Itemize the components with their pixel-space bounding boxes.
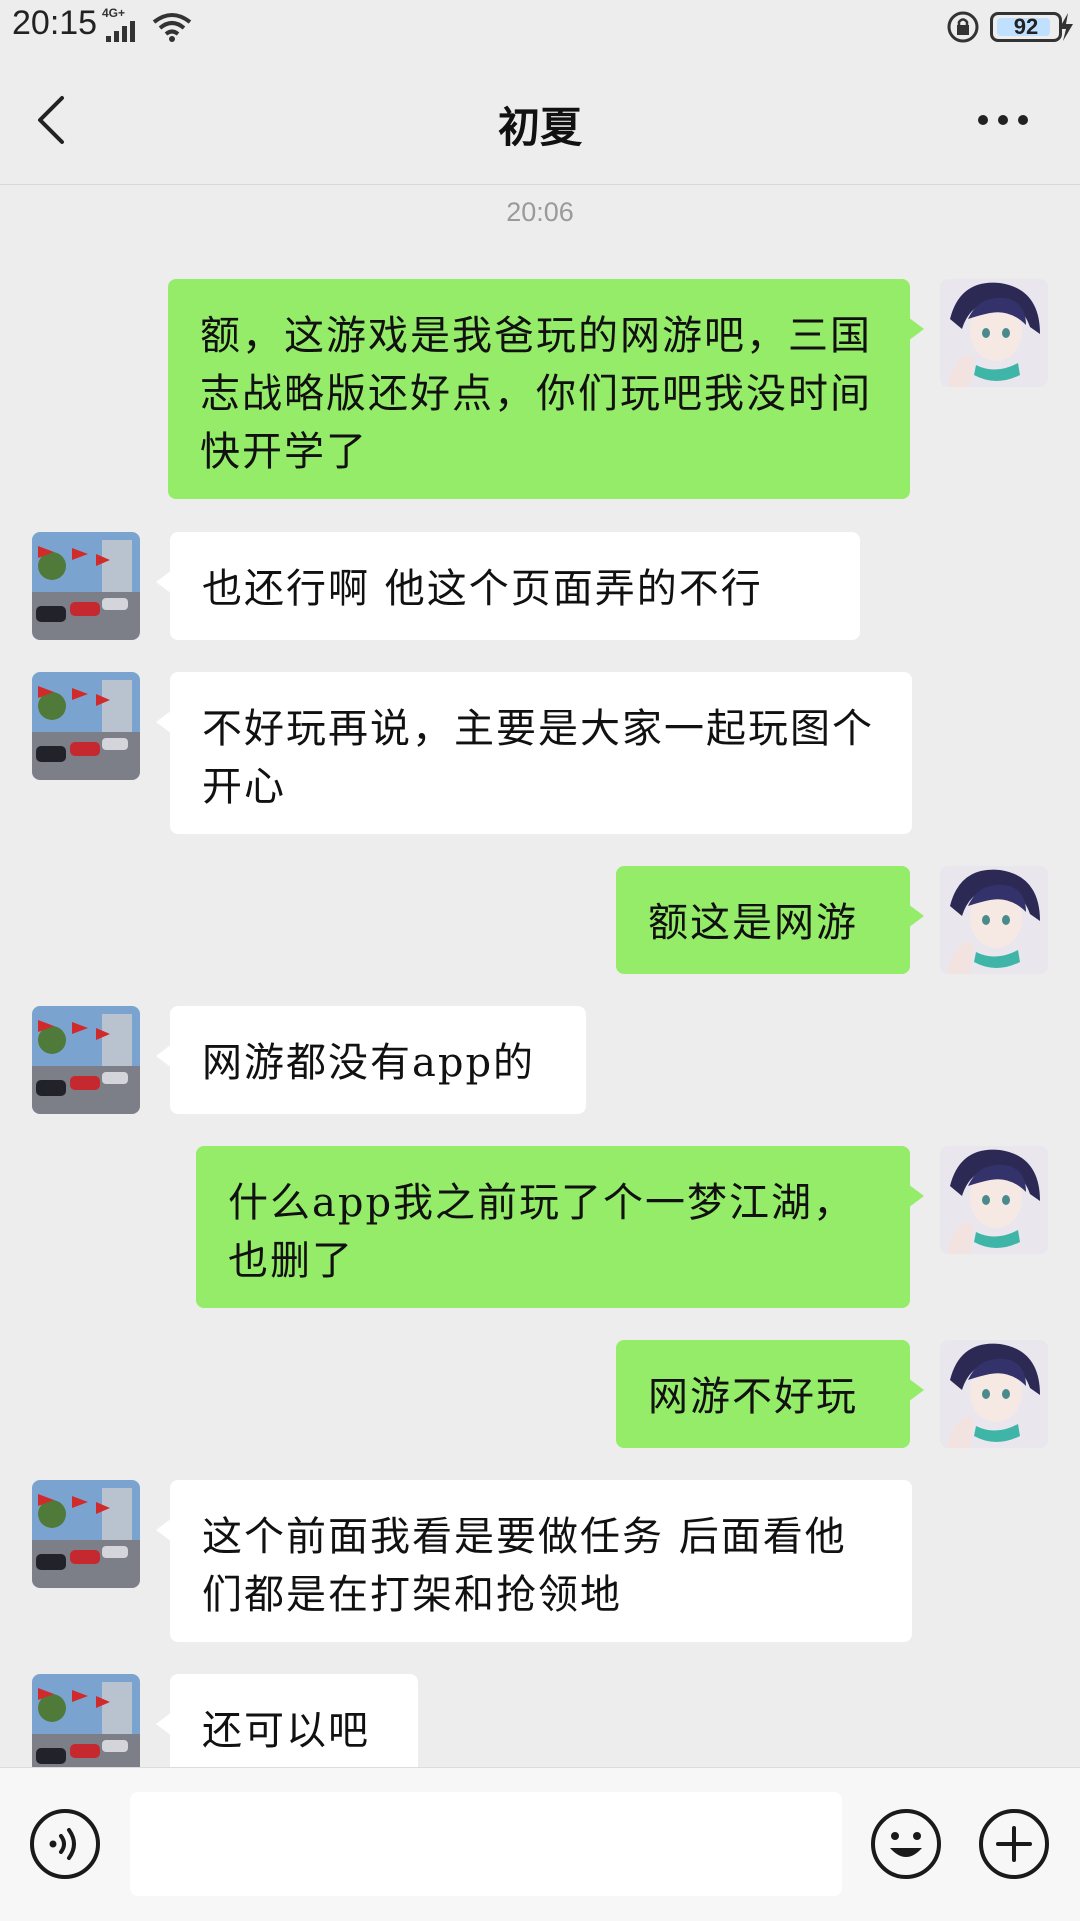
- message-bubble[interactable]: 网游不好玩: [616, 1340, 924, 1448]
- anime-avatar-icon: [940, 279, 1048, 387]
- status-bar: 20:15 4G+ 92: [0, 0, 1080, 56]
- wifi-icon: [152, 13, 192, 42]
- signal-icon: [106, 21, 135, 42]
- message-list[interactable]: 20:06 额，这游戏是我爸玩的网游吧，三国志战略版还好点，你们玩吧我没时间快开…: [0, 185, 1080, 1767]
- battery-indicator: 92: [990, 12, 1062, 42]
- anime-avatar-icon: [940, 1340, 1048, 1448]
- message-bubble[interactable]: 不好玩再说，主要是大家一起玩图个开心: [156, 672, 912, 834]
- battery-level: 92: [1013, 14, 1039, 39]
- my-avatar[interactable]: [940, 1146, 1048, 1254]
- chat-header: 初夏: [0, 56, 1080, 185]
- my-avatar[interactable]: [940, 279, 1048, 387]
- plus-icon[interactable]: [978, 1808, 1050, 1880]
- anime-avatar-icon: [940, 866, 1048, 974]
- message-timestamp: 20:06: [506, 197, 574, 227]
- message-bubble[interactable]: 网游都没有app的: [156, 1006, 586, 1114]
- more-dots-icon[interactable]: [976, 108, 1030, 132]
- street-photo-avatar-icon: [32, 672, 140, 780]
- rotation-lock-icon: [947, 11, 979, 43]
- message-bubble[interactable]: 额，这游戏是我爸玩的网游吧，三国志战略版还好点，你们玩吧我没时间快开学了: [168, 279, 924, 499]
- emoji-icon[interactable]: [870, 1808, 942, 1880]
- input-bar: [0, 1767, 1080, 1921]
- message-bubble[interactable]: 还可以吧: [156, 1674, 418, 1767]
- contact-avatar[interactable]: [32, 1674, 140, 1767]
- message-bubble[interactable]: 也还行啊 他这个页面弄的不行: [156, 532, 860, 640]
- contact-avatar[interactable]: [32, 1480, 140, 1588]
- street-photo-avatar-icon: [32, 532, 140, 640]
- contact-avatar[interactable]: [32, 672, 140, 780]
- street-photo-avatar-icon: [32, 1674, 140, 1767]
- anime-avatar-icon: [940, 1146, 1048, 1254]
- message-bubble[interactable]: 额这是网游: [616, 866, 924, 974]
- contact-avatar[interactable]: [32, 532, 140, 640]
- message-bubble[interactable]: 什么app我之前玩了个一梦江湖，也删了: [196, 1146, 924, 1308]
- status-time: 20:15: [12, 4, 98, 42]
- street-photo-avatar-icon: [32, 1480, 140, 1588]
- message-bubble[interactable]: 这个前面我看是要做任务 后面看他们都是在打架和抢领地: [156, 1480, 912, 1642]
- my-avatar[interactable]: [940, 866, 1048, 974]
- chat-title: 初夏: [497, 103, 582, 152]
- contact-avatar[interactable]: [32, 1006, 140, 1114]
- my-avatar[interactable]: [940, 1340, 1048, 1448]
- charging-bolt-icon: [1059, 13, 1073, 41]
- network-type: 4G+: [102, 6, 126, 20]
- street-photo-avatar-icon: [32, 1006, 140, 1114]
- voice-icon[interactable]: [29, 1808, 101, 1880]
- message-input[interactable]: [130, 1792, 842, 1896]
